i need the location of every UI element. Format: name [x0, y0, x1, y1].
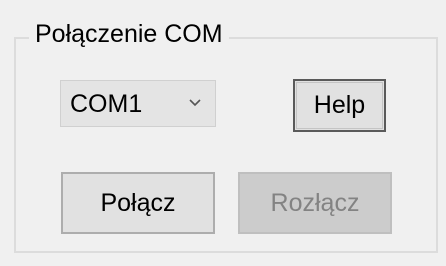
help-button[interactable]: Help: [293, 79, 386, 132]
connect-button[interactable]: Połącz: [61, 172, 215, 234]
groupbox-title: Połączenie COM: [29, 19, 229, 49]
com-port-dropdown[interactable]: COM1: [60, 80, 216, 127]
disconnect-button[interactable]: Rozłącz: [238, 172, 392, 234]
chevron-down-icon: [189, 99, 201, 107]
com-port-selected-value: COM1: [70, 90, 143, 118]
